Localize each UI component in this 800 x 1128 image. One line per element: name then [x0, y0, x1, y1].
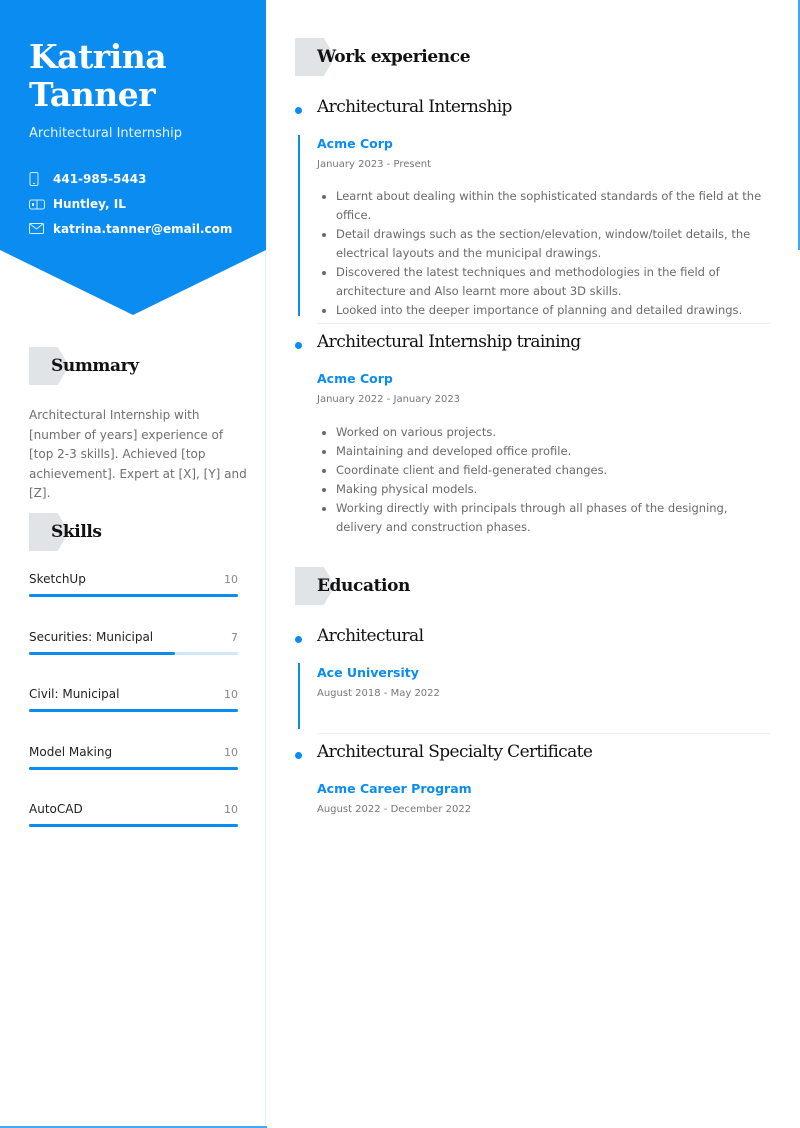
skill-value: 10 — [224, 688, 238, 701]
contact-email[interactable]: katrina.tanner@email.com — [29, 216, 232, 241]
entry-title: Architectural Specialty Certificate — [317, 742, 593, 762]
skill-item: Civil: Municipal 10 — [29, 687, 238, 745]
phone-icon — [29, 171, 47, 186]
last-name: Tanner — [29, 75, 156, 114]
entry-bullets: Worked on various projects. Maintaining … — [317, 423, 776, 537]
skill-bar-track — [29, 709, 238, 712]
contact-phone[interactable]: 441-985-5443 — [29, 166, 232, 191]
skill-bar-fill — [29, 766, 238, 770]
skill-name: Model Making — [29, 744, 113, 759]
entry-title: Architectural Internship — [317, 97, 512, 117]
bullet-item: Making physical models. — [336, 480, 776, 499]
entry-org: Acme Corp — [317, 371, 393, 386]
skill-bar-fill — [29, 824, 238, 827]
skill-name: AutoCAD — [29, 802, 83, 816]
sidebar: Katrina Tanner Architectural Internship … — [0, 0, 266, 1128]
email-text: katrina.tanner@email.com — [53, 221, 233, 236]
entry-divider — [317, 323, 770, 324]
entry-divider — [317, 733, 770, 734]
contact-list: 441-985-5443 Huntley, IL katrina.tanner@… — [29, 166, 232, 241]
skill-value: 7 — [231, 630, 238, 644]
skills-heading-label: Skills — [51, 522, 102, 542]
summary-text: Architectural Internship with [number of… — [29, 408, 247, 500]
work-entry: Architectural Internship Acme Corp Janua… — [295, 97, 771, 322]
bullet-item: Learnt about dealing within the sophisti… — [336, 187, 776, 225]
skill-value: 10 — [224, 573, 238, 586]
skill-name: SketchUp — [29, 572, 86, 586]
skill-name: Civil: Municipal — [29, 687, 120, 701]
bullet-item: Looked into the deeper importance of pla… — [336, 301, 776, 320]
summary-heading-label: Summary — [51, 356, 139, 376]
entry-date: January 2022 - January 2023 — [317, 394, 461, 405]
timeline-line — [298, 663, 300, 729]
bullet-item: Coordinate client and field-generated ch… — [336, 461, 776, 480]
entry-org: Acme Career Program — [317, 781, 472, 796]
email-icon — [29, 222, 47, 236]
skill-bar-fill — [29, 594, 238, 597]
skill-bar-track — [29, 594, 238, 597]
skills-list: SketchUp 10 Securities: Municipal 7 Civi… — [29, 572, 238, 860]
skill-item: AutoCAD 10 — [29, 802, 238, 860]
entry-title: Architectural — [317, 626, 424, 646]
skill-bar-fill — [29, 709, 238, 712]
bullet-item: Detail drawings such as the section/elev… — [336, 225, 776, 263]
entry-org: Ace University — [317, 665, 419, 680]
timeline-line — [298, 135, 300, 316]
work-heading-label: Work experience — [317, 47, 471, 67]
skill-value: 10 — [224, 745, 238, 759]
skill-bar-fill — [29, 651, 176, 655]
bullet-item: Maintaining and developed office profile… — [336, 442, 776, 461]
candidate-role: Architectural Internship — [29, 126, 182, 141]
candidate-name: Katrina Tanner — [29, 38, 259, 114]
bullet-item: Worked on various projects. — [336, 423, 776, 442]
header-banner: Katrina Tanner Architectural Internship … — [0, 0, 266, 316]
skill-item: Securities: Municipal 7 — [29, 630, 238, 688]
skill-item: SketchUp 10 — [29, 572, 238, 630]
skill-bar-track — [29, 824, 238, 827]
skill-value: 10 — [224, 803, 238, 816]
bullet-dot-icon — [295, 107, 302, 114]
education-entry: Architectural Ace University August 2018… — [295, 626, 771, 731]
location-icon — [29, 197, 47, 211]
education-heading-label: Education — [317, 576, 410, 596]
entry-org: Acme Corp — [317, 136, 393, 151]
entry-title: Architectural Internship training — [317, 332, 581, 352]
first-name: Katrina — [29, 37, 167, 76]
location-text: Huntley, IL — [53, 196, 126, 211]
skill-bar-track — [29, 651, 238, 655]
entry-bullets: Learnt about dealing within the sophisti… — [317, 187, 776, 320]
entry-date: January 2023 - Present — [317, 159, 432, 170]
entry-date: August 2022 - December 2022 — [317, 804, 472, 815]
skill-item: Model Making 10 — [29, 745, 238, 803]
contact-location: Huntley, IL — [29, 191, 232, 216]
bullet-item: Working directly with principals through… — [336, 499, 776, 537]
bullet-dot-icon — [295, 752, 302, 759]
skill-name: Securities: Municipal — [29, 629, 154, 644]
phone-text: 441-985-5443 — [53, 171, 147, 186]
work-entry: Architectural Internship training Acme C… — [295, 332, 771, 542]
entry-date: August 2018 - May 2022 — [317, 688, 440, 699]
education-entry: Architectural Specialty Certificate Acme… — [295, 742, 771, 822]
bullet-item: Discovered the latest techniques and met… — [336, 263, 776, 301]
skill-bar-track — [29, 766, 238, 770]
bullet-dot-icon — [295, 342, 302, 349]
bullet-dot-icon — [295, 636, 302, 643]
